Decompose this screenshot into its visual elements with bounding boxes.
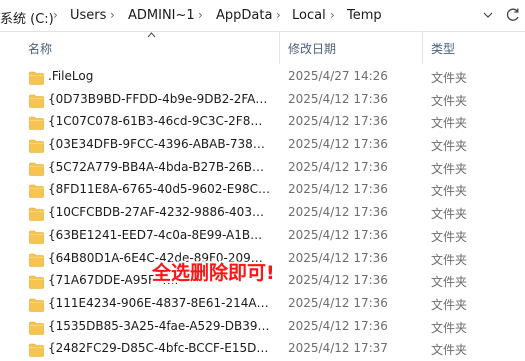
file-modified-date: 2025/4/12 17:36 <box>288 250 388 265</box>
file-name[interactable]: {63BE1241-EED7-4c0a-8E99-A1BDDC... <box>48 228 270 242</box>
file-name[interactable]: {8FD11E8A-6765-40d5-9602-E98C801... <box>48 182 270 196</box>
file-modified-date: 2025/4/12 17:36 <box>288 227 388 242</box>
breadcrumb-separator-icon[interactable]: › <box>276 8 281 22</box>
column-header-date[interactable]: 修改日期 <box>288 40 336 57</box>
file-type: 文件夹 <box>431 229 468 244</box>
annotation-text: 全选删除即可! <box>152 262 275 284</box>
breadcrumb-separator-icon[interactable]: › <box>198 8 203 22</box>
file-name[interactable]: {03E34DFB-9FCC-4396-ABAB-738CA8... <box>48 137 270 151</box>
file-type: 文件夹 <box>431 116 468 131</box>
file-type: 文件夹 <box>431 275 468 290</box>
file-row[interactable]: {03E34DFB-9FCC-4396-ABAB-738CA8... 2025/4… <box>0 134 525 157</box>
file-modified-date: 2025/4/12 17:37 <box>288 341 388 356</box>
file-type: 文件夹 <box>431 320 468 335</box>
breadcrumb-item-temp[interactable]: Temp <box>347 8 382 23</box>
file-modified-date: 2025/4/12 17:36 <box>288 318 388 333</box>
folder-icon <box>29 138 44 153</box>
breadcrumb-item-admini[interactable]: ADMINI~1 <box>128 8 195 23</box>
file-type: 文件夹 <box>431 343 468 358</box>
column-header-row: 名称 修改日期 类型 <box>0 31 525 64</box>
file-type: 文件夹 <box>431 71 468 85</box>
file-modified-date: 2025/4/12 17:36 <box>288 182 388 197</box>
folder-icon <box>29 206 44 221</box>
file-modified-date: 2025/4/12 17:36 <box>288 159 388 174</box>
file-row[interactable]: {2482FC29-D85C-4bfc-BCCF-E15DFE1... 2025/… <box>0 338 525 361</box>
folder-icon <box>29 161 44 176</box>
breadcrumb-separator-icon[interactable]: › <box>330 8 335 22</box>
file-row[interactable]: {10CFCBDB-27AF-4232-9886-403D58... 2025/4… <box>0 202 525 225</box>
file-list: .FileLog 2025/4/27 14:26 文件夹 {0D73B9BD-FFDD… <box>0 66 525 361</box>
file-modified-date: 2025/4/27 14:26 <box>288 69 388 83</box>
file-name[interactable]: {5C72A779-BB4A-4bda-B27B-26B0D... <box>48 160 270 174</box>
chevron-down-icon[interactable] <box>478 4 498 26</box>
file-name[interactable]: {1C07C078-61B3-46cd-9C3C-2F8AEE... <box>48 114 270 128</box>
folder-icon <box>29 297 44 312</box>
folder-icon <box>29 70 44 85</box>
file-row[interactable]: {8FD11E8A-6765-40d5-9602-E98C801... 2025/… <box>0 179 525 202</box>
file-name[interactable]: {1535DB85-3A25-4fae-A529-DB3905... <box>48 319 270 333</box>
file-row[interactable]: {5C72A779-BB4A-4bda-B27B-26B0D... 2025/4/… <box>0 157 525 180</box>
file-type: 文件夹 <box>431 139 468 154</box>
file-type: 文件夹 <box>431 184 468 199</box>
refresh-icon[interactable] <box>503 4 523 26</box>
column-divider[interactable] <box>279 31 280 64</box>
file-type: 文件夹 <box>431 297 468 312</box>
file-name[interactable]: .FileLog <box>48 69 270 83</box>
file-modified-date: 2025/4/12 17:36 <box>288 91 388 106</box>
folder-icon <box>29 342 44 358</box>
folder-icon <box>29 320 44 335</box>
file-name[interactable]: {2482FC29-D85C-4bfc-BCCF-E15DFE1... <box>48 341 270 355</box>
file-type: 文件夹 <box>431 207 468 222</box>
column-header-name[interactable]: 名称 <box>28 40 52 57</box>
file-type: 文件夹 <box>431 93 468 108</box>
address-bar[interactable]: 系统 (C:) › Users › ADMINI~1 › AppData › L… <box>0 0 525 32</box>
file-modified-date: 2025/4/12 17:36 <box>288 205 388 220</box>
folder-icon <box>29 229 44 244</box>
file-type: 文件夹 <box>431 252 468 267</box>
folder-icon <box>29 115 44 131</box>
breadcrumb-separator-icon[interactable]: › <box>53 8 58 22</box>
file-name[interactable]: {10CFCBDB-27AF-4232-9886-403D58... <box>48 205 270 219</box>
breadcrumb-item-drive[interactable]: 系统 (C:) <box>0 8 54 27</box>
file-modified-date: 2025/4/12 17:36 <box>288 273 388 288</box>
file-modified-date: 2025/4/12 17:36 <box>288 137 388 152</box>
file-name[interactable]: {0D73B9BD-FFDD-4b9e-9DB2-2FA70... <box>48 92 270 106</box>
column-divider[interactable] <box>422 31 423 64</box>
file-row[interactable]: {111E4234-906E-4837-8E61-214A5FC... 2025/… <box>0 293 525 316</box>
column-header-type[interactable]: 类型 <box>431 40 455 57</box>
file-type: 文件夹 <box>431 161 468 176</box>
sort-ascending-icon <box>147 30 156 41</box>
file-row[interactable]: {0D73B9BD-FFDD-4b9e-9DB2-2FA70... 2025/4/… <box>0 89 525 112</box>
file-name[interactable]: {111E4234-906E-4837-8E61-214A5FC... <box>48 296 270 310</box>
file-row[interactable]: {1C07C078-61B3-46cd-9C3C-2F8AEE... 2025/4… <box>0 111 525 134</box>
file-modified-date: 2025/4/12 17:36 <box>288 295 388 310</box>
folder-icon <box>29 183 44 199</box>
folder-icon <box>29 274 44 289</box>
file-modified-date: 2025/4/12 17:36 <box>288 114 388 129</box>
breadcrumb-item-appdata[interactable]: AppData <box>216 8 272 23</box>
file-row[interactable]: {1535DB85-3A25-4fae-A529-DB3905... 2025/4… <box>0 316 525 339</box>
folder-icon <box>29 252 44 267</box>
breadcrumb-item-users[interactable]: Users <box>70 8 106 23</box>
file-row[interactable]: .FileLog 2025/4/27 14:26 文件夹 <box>0 66 525 89</box>
breadcrumb-item-local[interactable]: Local <box>292 8 326 23</box>
file-row[interactable]: {63BE1241-EED7-4c0a-8E99-A1BDDC... 2025/4… <box>0 225 525 248</box>
breadcrumb-separator-icon[interactable]: › <box>110 8 115 22</box>
folder-icon <box>29 93 44 108</box>
